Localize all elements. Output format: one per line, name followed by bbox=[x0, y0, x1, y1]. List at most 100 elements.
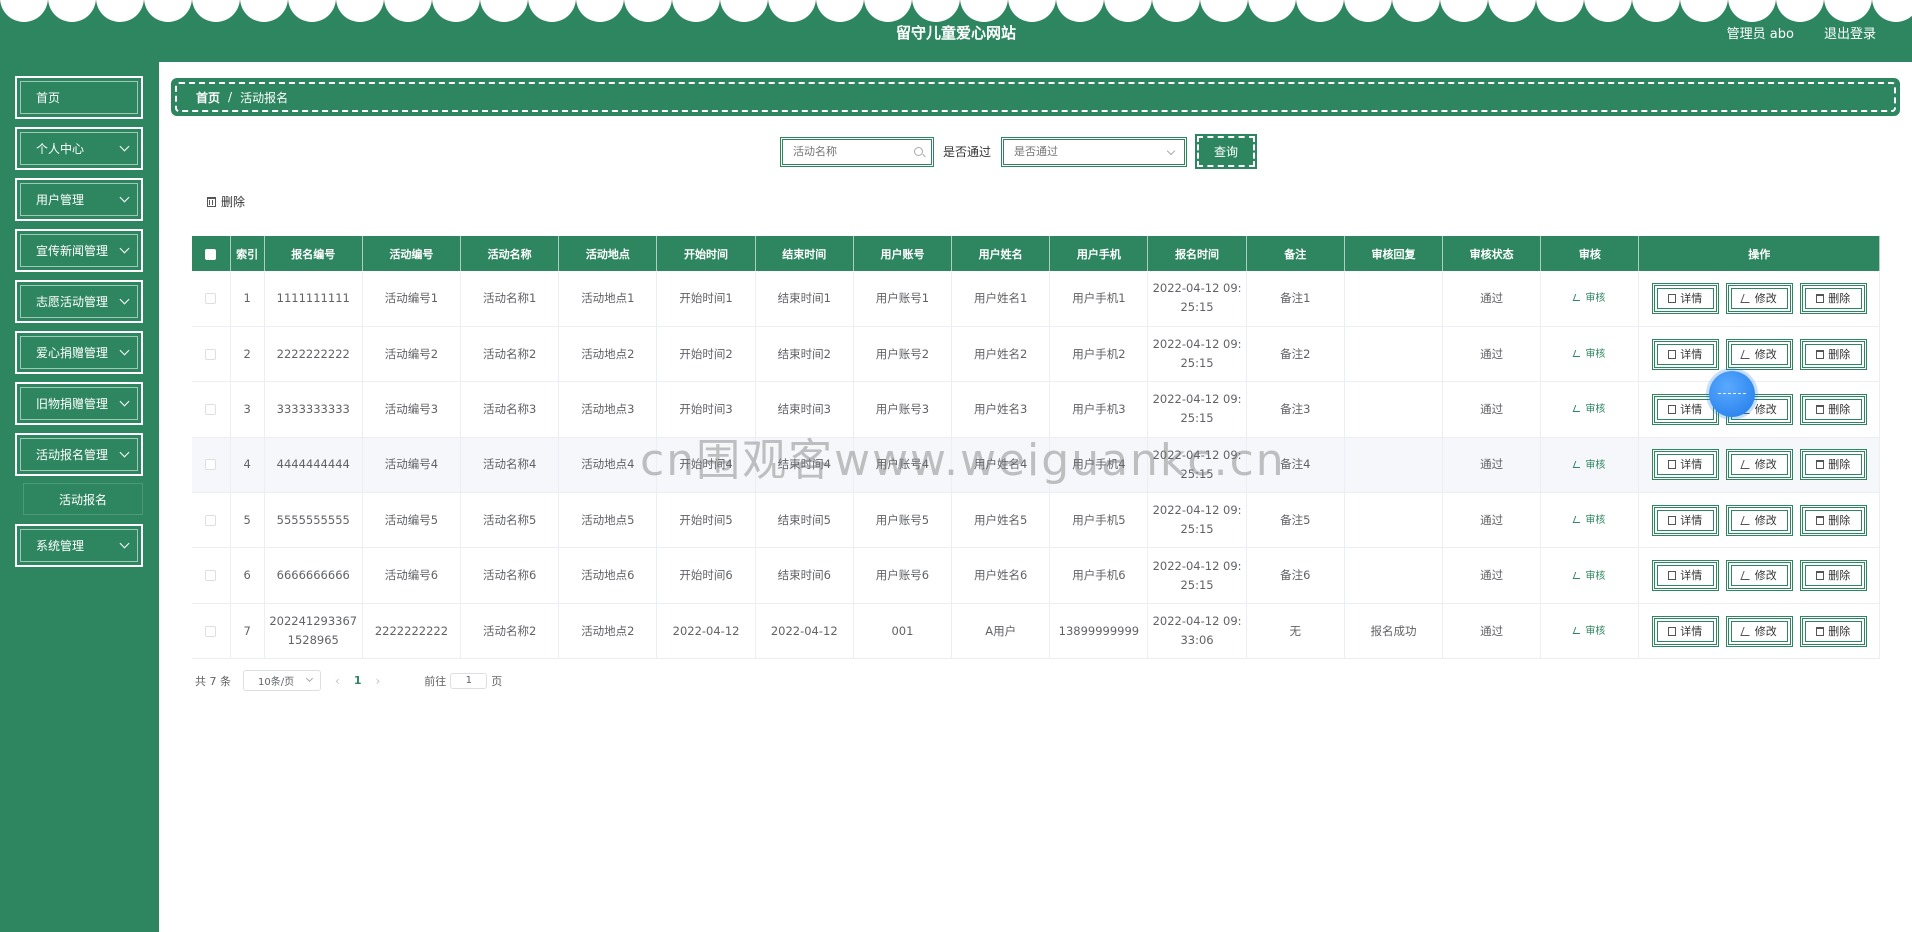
prev-page-button[interactable]: ‹ bbox=[335, 674, 340, 688]
scallop-shape bbox=[624, 0, 672, 22]
sidebar-item-4[interactable]: 志愿活动管理 bbox=[15, 280, 143, 323]
page-number-1[interactable]: 1 bbox=[354, 674, 362, 687]
pass-filter-input[interactable] bbox=[1004, 139, 1185, 164]
audit-link[interactable]: 审核 bbox=[1573, 460, 1605, 471]
admin-user-label: 管理员 abo bbox=[1726, 27, 1794, 42]
select-all-checkbox[interactable] bbox=[205, 248, 217, 260]
detail-label: 详情 bbox=[1680, 402, 1703, 416]
audit-label: 审核 bbox=[1585, 515, 1606, 527]
scallop-shape bbox=[1872, 0, 1912, 22]
pass-filter-select[interactable] bbox=[1001, 136, 1188, 167]
cell-username: 用户姓名4 bbox=[951, 437, 1051, 494]
detail-button[interactable]: 详情 bbox=[1651, 338, 1719, 370]
detail-button[interactable]: 详情 bbox=[1651, 615, 1719, 647]
cell-reg-no: 2022412933671528965 bbox=[264, 603, 363, 660]
document-icon bbox=[1668, 349, 1677, 359]
delete-button[interactable]: 删除 bbox=[1799, 393, 1867, 425]
cell-place: 活动地点3 bbox=[558, 381, 658, 438]
cell-reply bbox=[1344, 492, 1444, 549]
edit-button[interactable]: 修改 bbox=[1725, 338, 1793, 370]
delete-button[interactable]: 删除 bbox=[1799, 282, 1867, 314]
sidebar-item-0[interactable]: 首页 bbox=[15, 76, 143, 119]
cell-act-no: 2222222222 bbox=[362, 603, 462, 660]
cell-phone: 用户手机1 bbox=[1049, 271, 1149, 327]
column-header: 操作 bbox=[1638, 236, 1880, 271]
audit-link[interactable]: 审核 bbox=[1573, 293, 1605, 304]
cell-phone: 用户手机4 bbox=[1049, 437, 1149, 494]
row-checkbox[interactable] bbox=[205, 403, 217, 415]
cell-remark: 备注6 bbox=[1246, 547, 1345, 604]
detail-button[interactable]: 详情 bbox=[1651, 504, 1719, 536]
cell-place: 活动地点6 bbox=[558, 547, 658, 604]
row-select-cell bbox=[192, 381, 231, 438]
edit-label: 修改 bbox=[1754, 402, 1777, 416]
edit-button[interactable]: 修改 bbox=[1725, 282, 1793, 314]
sidebar-subitem-activity-registration[interactable]: 活动报名 bbox=[23, 483, 143, 515]
delete-button[interactable]: 删除 bbox=[1799, 338, 1867, 370]
audit-link[interactable]: 审核 bbox=[1573, 349, 1605, 360]
cell-start: 开始时间1 bbox=[656, 271, 756, 327]
edit-label: 修改 bbox=[1754, 347, 1777, 361]
column-header: 审核状态 bbox=[1442, 236, 1542, 271]
column-header: 结束时间 bbox=[755, 236, 854, 271]
row-checkbox[interactable] bbox=[205, 348, 217, 360]
edit-button[interactable]: 修改 bbox=[1725, 615, 1793, 647]
cell-end: 结束时间2 bbox=[755, 326, 854, 383]
delete-button[interactable]: 删除 bbox=[1799, 449, 1867, 481]
row-checkbox[interactable] bbox=[205, 292, 217, 304]
sidebar-item-7[interactable]: 活动报名管理 bbox=[15, 433, 143, 476]
edit-button[interactable]: 修改 bbox=[1725, 504, 1793, 536]
detail-button[interactable]: 详情 bbox=[1651, 449, 1719, 481]
sidebar-item-2[interactable]: 用户管理 bbox=[15, 178, 143, 221]
sidebar-item-3[interactable]: 宣传新闻管理 bbox=[15, 229, 143, 272]
batch-delete-button[interactable]: 删除 bbox=[207, 193, 245, 210]
audit-link[interactable]: 审核 bbox=[1573, 404, 1605, 415]
cell-place: 活动地点2 bbox=[558, 326, 658, 383]
detail-button[interactable]: 详情 bbox=[1651, 282, 1719, 314]
trash-icon bbox=[1816, 460, 1825, 470]
audit-link[interactable]: 审核 bbox=[1573, 515, 1606, 527]
cell-account: 用户账号6 bbox=[853, 547, 953, 604]
query-button[interactable]: 查询 bbox=[1195, 134, 1258, 169]
scallop-shape bbox=[720, 0, 768, 22]
activity-name-input[interactable] bbox=[783, 139, 931, 164]
edit-button[interactable]: 修改 bbox=[1725, 449, 1793, 481]
sidebar-item-6[interactable]: 旧物捐赠管理 bbox=[15, 382, 143, 425]
scallop-shape bbox=[1776, 0, 1824, 22]
goto-page-input[interactable] bbox=[450, 672, 488, 689]
sidebar-item-8[interactable]: 系统管理 bbox=[15, 524, 143, 567]
table-row: 4 4444444444 活动编号4 活动名称4 活动地点4 开始时间4 结束时间4 用户账号… bbox=[192, 437, 1880, 494]
column-header: 审核回复 bbox=[1344, 236, 1444, 271]
breadcrumb-home[interactable]: 首页 bbox=[196, 89, 220, 106]
row-checkbox[interactable] bbox=[205, 459, 217, 471]
cell-username: 用户姓名3 bbox=[951, 381, 1051, 438]
delete-button[interactable]: 删除 bbox=[1799, 615, 1867, 647]
edit-button[interactable]: 修改 bbox=[1725, 560, 1793, 592]
delete-label: 删除 bbox=[1828, 347, 1851, 361]
next-page-button[interactable]: › bbox=[375, 674, 380, 688]
registration-table: 索引 报名编号 活动编号 活动名称 活动地点 开始时间 结束时间 用户账号 用户姓名 用户手机 报名… bbox=[192, 236, 1880, 660]
pagination: 共 7 条 10条/页 ‹ 1 › 前往 页 bbox=[195, 670, 502, 691]
audit-link[interactable]: 审核 bbox=[1573, 626, 1605, 637]
delete-button[interactable]: 删除 bbox=[1799, 504, 1867, 536]
scallop-shape bbox=[1056, 0, 1104, 22]
delete-button[interactable]: 删除 bbox=[1799, 560, 1867, 592]
floating-assistant-button[interactable] bbox=[1709, 371, 1755, 417]
logout-button[interactable]: 退出登录 bbox=[1824, 23, 1876, 42]
edit-icon bbox=[1740, 571, 1753, 581]
detail-button[interactable]: 详情 bbox=[1651, 560, 1719, 592]
table-row: 2 2222222222 活动编号2 活动名称2 活动地点2 开始时间2 结束时间2 用户账号… bbox=[192, 326, 1880, 383]
select-all-header bbox=[192, 236, 231, 271]
dash-icon bbox=[1718, 393, 1746, 394]
activity-name-search[interactable] bbox=[780, 136, 934, 167]
page-size-select[interactable]: 10条/页 bbox=[243, 670, 321, 691]
sidebar-item-5[interactable]: 爱心捐赠管理 bbox=[15, 331, 143, 374]
sidebar-item-1[interactable]: 个人中心 bbox=[15, 127, 143, 170]
row-checkbox[interactable] bbox=[205, 514, 217, 526]
cell-place: 活动地点5 bbox=[558, 492, 658, 549]
breadcrumb-current: 活动报名 bbox=[240, 90, 289, 105]
audit-link[interactable]: 审核 bbox=[1573, 571, 1605, 582]
sidebar-item-label: 活动报名管理 bbox=[36, 448, 109, 462]
row-checkbox[interactable] bbox=[205, 625, 217, 637]
row-checkbox[interactable] bbox=[205, 570, 217, 582]
